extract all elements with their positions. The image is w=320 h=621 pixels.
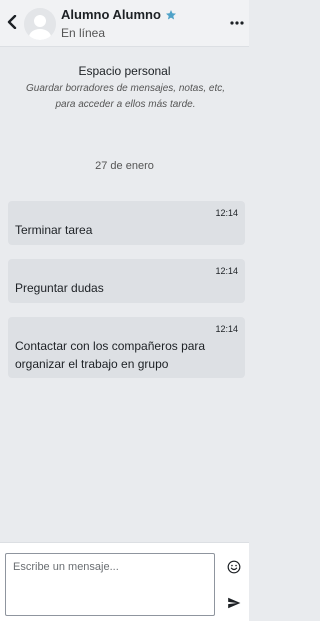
message-bubble[interactable]: 12:14 Preguntar dudas — [8, 259, 245, 303]
contact-name[interactable]: Alumno Alumno — [61, 7, 161, 22]
star-icon[interactable] — [165, 8, 177, 20]
contact-name-row: Alumno Alumno — [61, 6, 177, 22]
date-separator: 27 de enero — [95, 160, 154, 172]
message-text: Preguntar dudas — [15, 281, 104, 295]
avatar[interactable] — [24, 8, 56, 40]
message-bubble[interactable]: 12:14 Terminar tarea — [8, 201, 245, 245]
back-icon[interactable] — [4, 12, 20, 32]
emoji-icon[interactable] — [226, 559, 242, 575]
conversation-header: Alumno Alumno En línea — [0, 0, 249, 47]
personal-space-title: Espacio personal — [78, 64, 171, 78]
message-input[interactable] — [5, 553, 215, 616]
contact-status: En línea — [61, 26, 106, 40]
more-options-icon[interactable] — [228, 14, 246, 32]
message-bubble[interactable]: 12:14 Contactar con los compañeros para … — [8, 317, 245, 378]
message-time: 12:14 — [215, 208, 238, 218]
message-text: Terminar tarea — [15, 223, 93, 237]
message-time: 12:14 — [215, 324, 238, 334]
personal-space-description: Guardar borradores de mensajes, notas, e… — [26, 83, 225, 110]
message-time: 12:14 — [215, 266, 238, 276]
send-icon[interactable] — [226, 595, 242, 611]
message-text: Contactar con los compañeros para organi… — [15, 339, 206, 371]
message-composer — [0, 542, 249, 621]
